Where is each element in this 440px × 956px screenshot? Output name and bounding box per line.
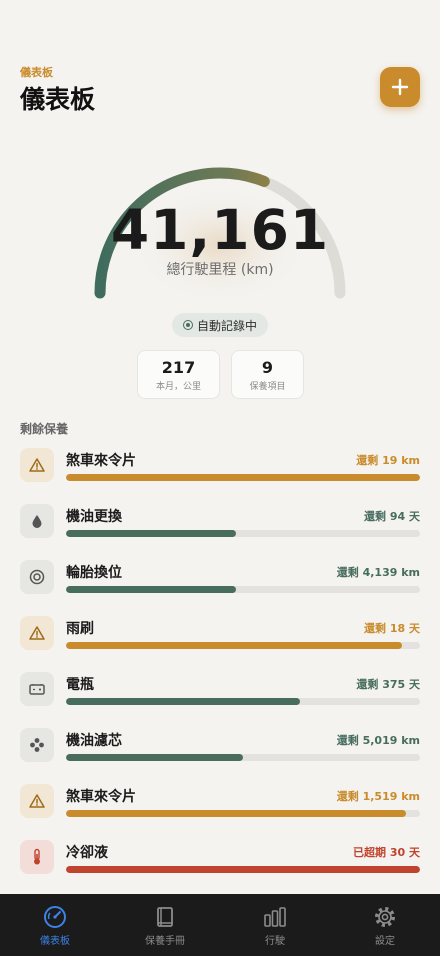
maintenance-item[interactable]: 煞車來令片 還剩 19 km [20, 446, 420, 486]
maintenance-item[interactable]: 電瓶 還剩 375 天 [20, 670, 420, 710]
item-name: 冷卻液 [66, 845, 108, 861]
bar-chart-icon [264, 907, 286, 927]
tab-maintenance-manual[interactable]: 保養手冊 [110, 894, 220, 956]
tab-label: 保養手冊 [145, 936, 185, 947]
book-icon [157, 907, 173, 927]
warning-icon [20, 784, 54, 818]
progress-fill [66, 474, 420, 481]
item-name: 機油更換 [66, 509, 122, 525]
progress-track [66, 810, 420, 817]
page-subtitle: 儀表板 [20, 66, 53, 79]
stat-card-maintenance-items: 9 保養項目 [231, 350, 304, 399]
odometer-label: 總行駛里程 (km) [166, 262, 274, 278]
tab-label: 設定 [375, 936, 395, 947]
item-name: 電瓶 [66, 677, 94, 693]
item-name: 雨刷 [66, 621, 94, 637]
tab-label: 行駛 [265, 936, 285, 947]
item-remaining: 還剩 19 km [356, 454, 420, 467]
thermometer-icon [20, 840, 54, 874]
stat-value: 9 [261, 358, 274, 377]
progress-track [66, 754, 420, 761]
maintenance-item[interactable]: 冷卻液 已超期 30 天 [20, 838, 420, 878]
item-name: 煞車來令片 [66, 789, 136, 805]
progress-fill [66, 698, 300, 705]
record-dot-icon [182, 320, 193, 330]
maintenance-item[interactable]: 煞車來令片 還剩 1,519 km [20, 782, 420, 822]
item-name: 煞車來令片 [66, 453, 136, 469]
speedometer-icon [44, 906, 66, 928]
tab-label: 儀表板 [40, 936, 70, 947]
stat-value: 217 [161, 358, 196, 377]
tab-bar: 儀表板 保養手冊 行駛 設定 [0, 894, 440, 956]
progress-fill [66, 586, 236, 593]
progress-track [66, 530, 420, 537]
item-name: 輪胎換位 [66, 565, 122, 581]
gear-icon [375, 907, 395, 927]
odometer-value: 41,161 [110, 198, 330, 262]
item-remaining: 還剩 1,519 km [336, 790, 420, 803]
section-title: 剩餘保養 [20, 422, 69, 436]
stat-label: 保養項目 [249, 382, 286, 392]
maintenance-item[interactable]: 雨刷 還剩 18 天 [20, 614, 420, 654]
progress-track [66, 866, 420, 873]
item-remaining: 還剩 375 天 [356, 678, 420, 691]
stat-card-monthly-km: 217 本月，公里 [137, 350, 220, 399]
maintenance-item[interactable]: 機油更換 還剩 94 天 [20, 502, 420, 542]
tab-settings[interactable]: 設定 [330, 894, 440, 956]
item-name: 機油濾芯 [66, 733, 122, 749]
progress-fill [66, 530, 236, 537]
warning-icon [20, 616, 54, 650]
item-remaining: 已超期 30 天 [353, 846, 420, 859]
progress-fill [66, 810, 406, 817]
tab-driving[interactable]: 行駛 [220, 894, 330, 956]
progress-track [66, 642, 420, 649]
stat-label: 本月，公里 [155, 382, 201, 392]
battery-icon [20, 672, 54, 706]
add-button[interactable] [380, 67, 420, 107]
tire-icon [20, 560, 54, 594]
progress-fill [66, 754, 243, 761]
progress-track [66, 586, 420, 593]
maintenance-item[interactable]: 輪胎換位 還剩 4,139 km [20, 558, 420, 598]
plus-icon [391, 78, 409, 96]
progress-track [66, 474, 420, 481]
progress-fill [66, 866, 420, 873]
maintenance-item[interactable]: 機油濾芯 還剩 5,019 km [20, 726, 420, 766]
warning-icon [20, 448, 54, 482]
item-remaining: 還剩 5,019 km [336, 734, 420, 747]
page-title: 儀表板 [20, 85, 96, 114]
oil-drop-icon [20, 504, 54, 538]
auto-record-badge[interactable]: 自動記錄中 [172, 313, 268, 337]
item-remaining: 還剩 4,139 km [336, 566, 420, 579]
item-remaining: 還剩 94 天 [364, 510, 420, 523]
tab-dashboard[interactable]: 儀表板 [0, 894, 110, 956]
item-remaining: 還剩 18 天 [364, 622, 420, 635]
filter-icon [20, 728, 54, 762]
auto-record-label: 自動記錄中 [196, 318, 257, 333]
progress-fill [66, 642, 403, 649]
progress-track [66, 698, 420, 705]
